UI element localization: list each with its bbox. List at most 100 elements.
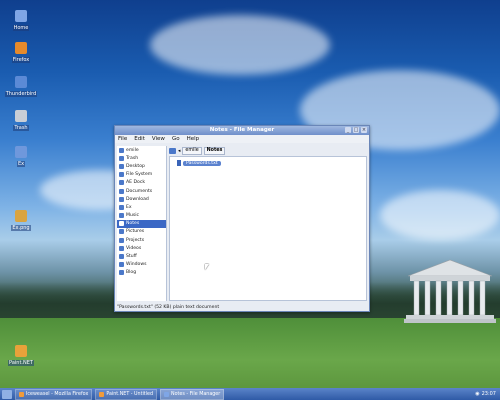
file-manager-window[interactable]: Notes - File Manager _ □ × File Edit Vie…: [114, 125, 370, 312]
menu-help[interactable]: Help: [187, 136, 200, 142]
sidebar-item[interactable]: Ex: [117, 203, 166, 211]
desktop-icon-label: Ex: [16, 161, 26, 167]
menu-view[interactable]: View: [152, 136, 165, 142]
menu-file[interactable]: File: [118, 136, 127, 142]
sidebar-item-label: Pictures: [126, 229, 145, 235]
close-icon[interactable]: ×: [361, 127, 367, 133]
clock-text: 23:07: [481, 391, 496, 397]
sidebar-item[interactable]: Pictures: [117, 228, 166, 236]
folder-icon: [119, 254, 124, 260]
folder-icon: [119, 213, 124, 219]
menubar: File Edit View Go Help: [115, 135, 369, 143]
path-bar: ◂ emile Notes: [169, 146, 367, 156]
file-list[interactable]: Passwords.txt: [169, 156, 367, 301]
desktop-icon[interactable]: Ex.png: [4, 210, 38, 231]
file-name: Passwords.txt: [183, 160, 221, 166]
home-folder-icon: [15, 10, 27, 22]
taskbar-button-paint[interactable]: Paint.NET - Untitled: [95, 388, 158, 400]
status-bar: "Passwords.txt" (52 KB) plain text docum…: [117, 305, 220, 310]
sidebar-item[interactable]: Music: [117, 212, 166, 220]
sidebar-item-label: Download: [126, 196, 149, 202]
menu-edit[interactable]: Edit: [134, 136, 145, 142]
desktop-icon[interactable]: Home: [4, 10, 38, 31]
path-button-current[interactable]: Notes: [203, 147, 226, 155]
maximize-icon[interactable]: □: [353, 127, 359, 133]
sidebar-item-label: Projects: [126, 237, 145, 243]
sidebar: emile Trash Desktop File System AE Dock Docum…: [117, 146, 167, 301]
folder-icon: [119, 229, 124, 235]
folder-icon: [119, 204, 124, 210]
folder-icon: [119, 163, 124, 169]
taskbar-button-label: Iceweasel - Mozilla Firefox: [26, 391, 89, 397]
desktop-icon[interactable]: Paint.NET: [4, 345, 38, 366]
taskbar-button-file-manager[interactable]: Notes - File Manager: [160, 388, 225, 400]
mouse-cursor-icon: [205, 264, 209, 270]
desktop-icon[interactable]: Thunderbird: [4, 76, 38, 97]
minimize-icon[interactable]: _: [345, 127, 351, 133]
firefox-icon: [15, 42, 27, 54]
sidebar-item[interactable]: File System: [117, 171, 166, 179]
sidebar-item-label: Music: [126, 213, 140, 219]
sidebar-item-label: AE Dock: [126, 180, 146, 186]
window-titlebar[interactable]: Notes - File Manager _ □ ×: [115, 126, 369, 135]
folder-icon: [119, 147, 124, 153]
sidebar-item[interactable]: Documents: [117, 187, 166, 195]
folder-icon: [119, 180, 124, 186]
sidebar-item-label: Desktop: [126, 163, 145, 169]
paint-icon: [15, 345, 27, 357]
sidebar-item[interactable]: emile: [117, 146, 166, 154]
sidebar-item-label: File System: [126, 172, 153, 178]
thunderbird-icon: [15, 76, 27, 88]
folder-icon: [119, 188, 124, 194]
file-item[interactable]: Passwords.txt: [177, 160, 221, 166]
folder-icon: [119, 221, 124, 227]
sidebar-item[interactable]: Stuff: [117, 252, 166, 260]
sidebar-item[interactable]: AE Dock: [117, 179, 166, 187]
sidebar-item-label: Videos: [126, 245, 142, 251]
folder-icon: [119, 237, 124, 243]
folder-icon: [169, 148, 176, 154]
sidebar-item-label: Windows: [126, 262, 147, 268]
cloud: [150, 15, 330, 75]
desktop-icon-label: Paint.NET: [8, 360, 34, 366]
folder-icon: [164, 391, 170, 397]
sidebar-item-label: emile: [126, 147, 139, 153]
sidebar-item[interactable]: Notes: [117, 219, 166, 228]
desktop-icon-label: Home: [12, 25, 30, 31]
sidebar-item-label: Ex: [126, 204, 132, 210]
sidebar-item-label: Notes: [126, 221, 140, 227]
sidebar-item[interactable]: Windows: [117, 261, 166, 269]
trash-icon: [15, 110, 27, 122]
path-back-arrow-icon[interactable]: ◂: [178, 149, 180, 154]
temple-image: [404, 259, 496, 323]
desktop-icon-label: Thunderbird: [4, 91, 38, 97]
desktop-icon-label: Trash: [13, 125, 29, 131]
desktop-icon[interactable]: Firefox: [4, 42, 38, 63]
sidebar-item[interactable]: Desktop: [117, 162, 166, 170]
desktop-icon-label: Ex.png: [11, 225, 31, 231]
path-button-parent[interactable]: emile: [182, 147, 202, 155]
taskbar-button-label: Notes - File Manager: [171, 391, 221, 397]
desktop-icon[interactable]: Trash: [4, 110, 38, 131]
taskbar-button-label: Paint.NET - Untitled: [106, 391, 154, 397]
start-menu-icon[interactable]: [2, 389, 12, 399]
network-icon: ◉: [475, 391, 480, 397]
tray-clock[interactable]: ◉ 23:07: [475, 391, 500, 397]
sidebar-item-label: Documents: [126, 188, 153, 194]
sidebar-item[interactable]: Trash: [117, 154, 166, 162]
sidebar-item[interactable]: Blog: [117, 269, 166, 277]
folder-icon: [119, 172, 124, 178]
folder-icon: [119, 270, 124, 276]
sidebar-item[interactable]: Videos: [117, 244, 166, 252]
desktop-icon[interactable]: Ex: [4, 146, 38, 167]
sidebar-item[interactable]: Download: [117, 195, 166, 203]
firefox-icon: [19, 391, 24, 397]
folder-icon: [119, 262, 124, 268]
sidebar-item[interactable]: Projects: [117, 236, 166, 244]
taskbar-button-firefox[interactable]: Iceweasel - Mozilla Firefox: [15, 388, 93, 400]
sidebar-item-label: Blog: [126, 270, 137, 276]
folder-icon: [15, 146, 27, 158]
cloud: [380, 190, 500, 240]
desktop-icon-label: Firefox: [11, 57, 31, 63]
menu-go[interactable]: Go: [172, 136, 180, 142]
